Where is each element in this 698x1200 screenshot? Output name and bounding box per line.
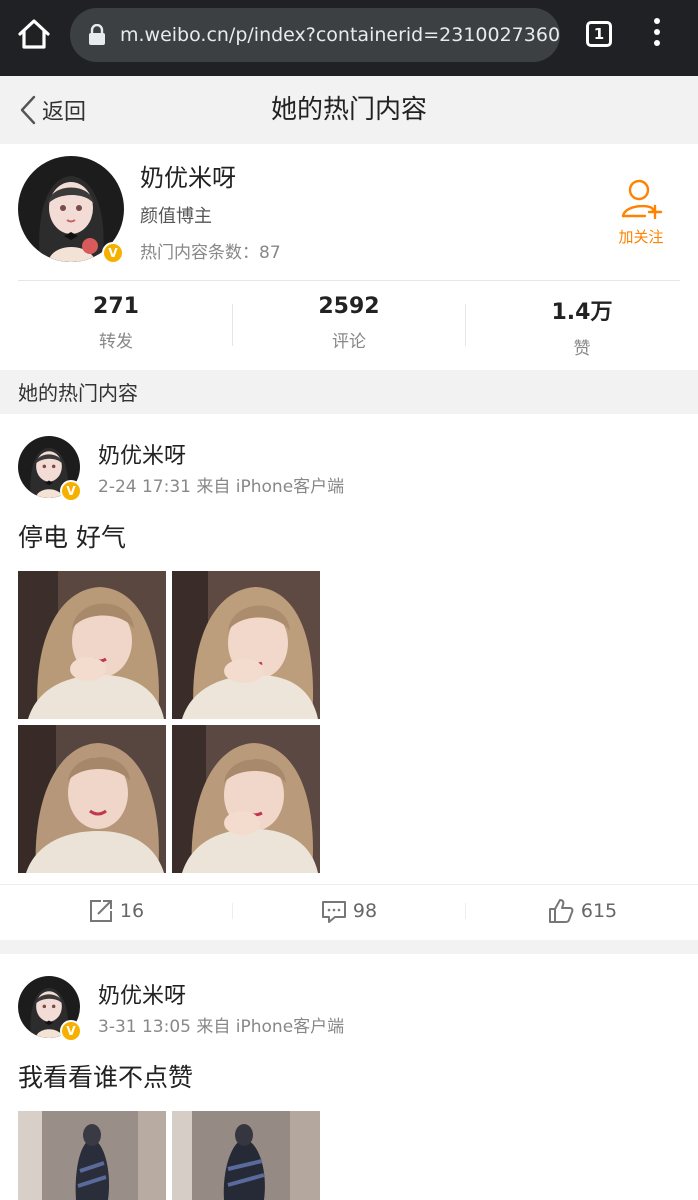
post-card[interactable]: V 奶优米呀 3-31 13:05 来自 iPhone客户端 我看看谁不点赞	[0, 954, 698, 1200]
page-header: 返回 她的热门内容	[0, 76, 698, 144]
stat-value: 1.4万	[551, 300, 613, 325]
post-text: 停电 好气	[18, 523, 126, 552]
repost-count: 16	[119, 900, 145, 922]
stat-likes[interactable]: 1.4万 赞	[466, 294, 698, 359]
comment-icon	[321, 901, 346, 923]
stat-comments[interactable]: 2592 评论	[233, 294, 465, 352]
stat-label: 评论	[332, 332, 366, 352]
share-icon	[89, 900, 112, 922]
post-photo[interactable]	[172, 725, 320, 873]
post-meta: 3-31 13:05 来自 iPhone客户端	[98, 1017, 345, 1037]
address-bar[interactable]: m.weibo.cn/p/index?containerid=231002736…	[70, 8, 560, 62]
stat-value: 271	[93, 294, 139, 319]
tab-switcher-icon[interactable]: 1	[586, 21, 612, 47]
browser-toolbar: m.weibo.cn/p/index?containerid=231002736…	[0, 0, 698, 76]
like-button[interactable]: 615	[466, 885, 698, 937]
post-meta: 2-24 17:31 来自 iPhone客户端	[98, 477, 345, 497]
profile-tag: 颜值博主	[140, 206, 212, 227]
home-icon[interactable]	[14, 14, 54, 54]
post-photo[interactable]	[18, 725, 166, 873]
verified-badge: V	[102, 242, 124, 264]
verified-badge: V	[60, 480, 82, 502]
post-author[interactable]: 奶优米呀	[98, 978, 186, 1010]
section-title: 她的热门内容	[18, 381, 138, 405]
post-photo[interactable]	[172, 1111, 320, 1200]
divider	[0, 940, 698, 954]
lock-icon	[89, 24, 105, 45]
follow-label: 加关注	[618, 228, 664, 246]
post-text: 我看看谁不点赞	[18, 1063, 194, 1092]
profile-name: 奶优米呀	[140, 164, 236, 192]
post-actions: 16 98 615	[0, 884, 698, 936]
more-vert-icon[interactable]	[650, 18, 664, 52]
stat-value: 2592	[318, 294, 380, 319]
stat-label: 转发	[99, 332, 133, 352]
repost-button[interactable]: 16	[0, 885, 232, 937]
follow-button[interactable]: 加关注	[612, 178, 670, 247]
like-count: 615	[580, 900, 618, 922]
stat-label: 赞	[573, 339, 591, 359]
url-text: m.weibo.cn/p/index?containerid=231002736…	[120, 24, 560, 46]
hot-content-count: 热门内容条数：87	[140, 243, 281, 263]
section-header: 她的热门内容	[0, 370, 698, 414]
verified-badge: V	[60, 1020, 82, 1042]
post-photo[interactable]	[18, 571, 166, 719]
add-user-icon	[621, 179, 663, 220]
comment-count: 98	[352, 900, 378, 922]
stat-reposts[interactable]: 271 转发	[0, 294, 232, 352]
comment-button[interactable]: 98	[233, 885, 465, 937]
post-author[interactable]: 奶优米呀	[98, 438, 186, 470]
thumbs-up-icon	[548, 899, 574, 923]
post-photo[interactable]	[172, 571, 320, 719]
divider	[18, 280, 680, 281]
profile-card: V 奶优米呀 颜值博主 热门内容条数：87 加关注 271 转发 2592 评论…	[0, 144, 698, 370]
page-title: 她的热门内容	[270, 95, 427, 125]
post-card[interactable]: V 奶优米呀 2-24 17:31 来自 iPhone客户端 停电 好气 16	[0, 414, 698, 940]
post-photo[interactable]	[18, 1111, 166, 1200]
